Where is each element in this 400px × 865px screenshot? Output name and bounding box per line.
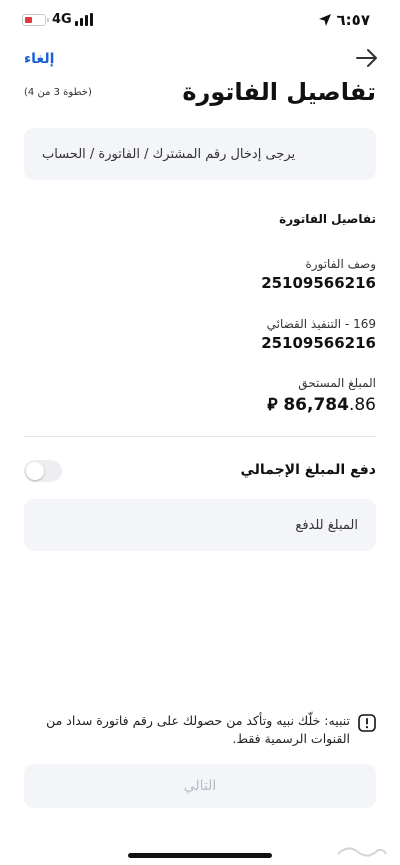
info-text: يرجى إدخال رقم المشترك / الفاتورة / الحس…	[42, 146, 296, 162]
toggle-knob	[26, 462, 44, 480]
warning-text: تنبيه: خلّك نبيه وتأكد من حصولك على رقم …	[46, 713, 350, 746]
clock: ٦:٥٧	[336, 11, 370, 29]
bill-description-value: 25109566216	[261, 274, 376, 292]
battery-fill	[24, 16, 32, 23]
home-indicator	[128, 853, 272, 858]
battery-icon	[22, 14, 49, 26]
amount-decimal: .86	[348, 395, 376, 415]
network-type: 4G	[52, 12, 72, 27]
cancel-button[interactable]: إلغاء	[24, 51, 54, 67]
status-bar: 4G ٦:٥٧	[0, 0, 400, 44]
exclamation-square-icon	[358, 714, 376, 732]
subscriber-number-info[interactable]: يرجى إدخال رقم المشترك / الفاتورة / الحس…	[24, 128, 376, 180]
location-arrow-icon	[319, 14, 331, 26]
arrow-right-icon[interactable]	[356, 48, 378, 68]
watermark-logo-icon	[337, 847, 387, 857]
payment-amount-input[interactable]	[24, 499, 376, 551]
biller-label: 169 - التنفيذ القضائي	[266, 317, 376, 331]
amount-integer: 86,784	[283, 395, 349, 415]
due-amount-value: ⃁ 86,784.86	[267, 393, 376, 415]
signal-bars-icon	[75, 13, 95, 26]
page-title: تفاصيل الفاتورة	[182, 78, 376, 106]
biller-value: 25109566216	[261, 334, 376, 352]
next-button[interactable]: التالي	[24, 764, 376, 808]
section-title-bill-details: تفاصيل الفاتورة	[279, 212, 376, 226]
pay-total-toggle[interactable]	[24, 460, 62, 482]
pay-total-label: دفع المبلغ الإجمالي	[240, 462, 376, 478]
bill-description-label: وصف الفاتورة	[305, 257, 376, 271]
divider	[24, 436, 376, 437]
due-amount-label: المبلغ المستحق	[298, 376, 376, 390]
warning-notice: تنبيه: خلّك نبيه وتأكد من حصولك على رقم …	[24, 712, 376, 748]
step-indicator: (خطوة 3 من 4)	[24, 87, 92, 98]
currency-symbol: ⃁	[267, 395, 278, 415]
